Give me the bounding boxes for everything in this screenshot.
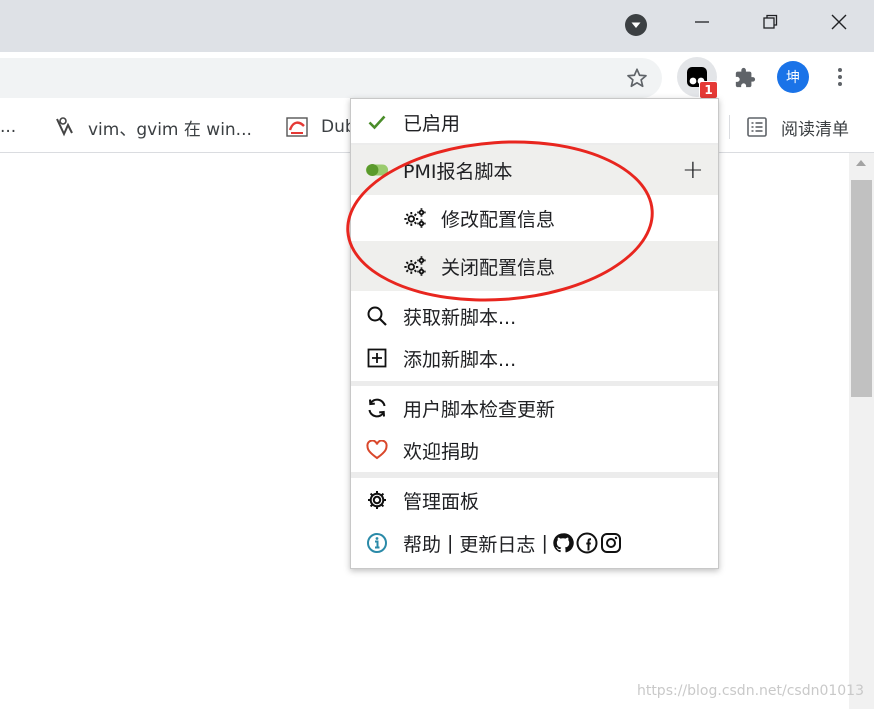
menu-command-label: 关闭配置信息 [441,256,556,279]
info-icon [365,531,389,555]
bookmark-item[interactable]: ... [0,102,16,152]
help-link[interactable]: 帮助 [403,530,441,557]
script-name: PMI报名脚本 [403,160,513,183]
menu-command-edit-config[interactable]: 修改配置信息 [351,195,718,241]
github-icon[interactable] [552,532,574,554]
scrollbar[interactable] [849,153,874,709]
instagram-icon[interactable] [600,532,622,554]
reading-list-icon [746,116,768,138]
bookmark-label: ... [0,117,17,137]
separator-pipe: | [447,532,454,554]
divider [351,472,718,478]
tampermonkey-button[interactable]: 1 [677,57,718,99]
refresh-icon [365,396,389,420]
gears-icon [403,206,427,230]
bookmark-item[interactable]: vim、gvim 在 win... [54,102,252,152]
add-script-label: 添加新脚本... [403,348,517,371]
star-icon[interactable] [624,65,650,91]
gear-icon [365,488,389,512]
help-links: 帮助 | 更新日志 | [403,530,622,557]
dashboard-label: 管理面板 [403,490,480,513]
gears-icon [403,254,427,278]
divider [351,381,718,386]
donate-item[interactable]: 欢迎捐助 [351,429,718,471]
watermark: https://blog.csdn.net/csdn01013 [636,683,864,699]
check-updates-item[interactable]: 用户脚本检查更新 [351,387,718,429]
reading-list-button[interactable]: 阅读清单 [746,102,849,152]
minimize-icon[interactable] [690,10,714,34]
tab-search-dropdown-icon[interactable] [624,13,648,37]
bookmark-separator [729,115,730,139]
scrollbar-thumb[interactable] [851,180,872,397]
kebab-menu-icon[interactable] [828,65,852,89]
dashboard-item[interactable]: 管理面板 [351,479,718,521]
enabled-label: 已启用 [403,112,461,135]
dubbo-icon [285,115,309,139]
toggle-on-icon[interactable] [365,158,389,182]
scroll-up-arrow-icon[interactable] [856,160,866,166]
search-icon [365,304,389,328]
puzzle-icon[interactable] [732,65,758,91]
restore-icon[interactable] [758,10,782,34]
check-icon [365,110,389,134]
check-updates-label: 用户脚本检查更新 [403,398,556,421]
heart-icon [365,438,389,462]
plus-square-icon [365,346,389,370]
menu-command-close-config[interactable]: 关闭配置信息 [351,241,718,291]
donate-label: 欢迎捐助 [403,440,480,463]
separator-pipe: | [541,532,548,554]
address-bar[interactable] [0,58,662,98]
find-scripts-label: 获取新脚本... [403,306,517,329]
avatar[interactable]: 坤 [777,61,809,93]
extension-badge: 1 [699,81,718,99]
add-icon[interactable]: + [682,157,704,183]
find-scripts-item[interactable]: 获取新脚本... [351,295,718,337]
toolbar: 1 坤 [0,52,874,102]
facebook-icon[interactable] [576,532,598,554]
title-bar [0,0,874,52]
enabled-toggle[interactable]: 已启用 [351,101,718,143]
changelog-link[interactable]: 更新日志 [459,530,535,557]
help-item: 帮助 | 更新日志 | [351,521,718,565]
script-item-pmi[interactable]: PMI报名脚本 + [351,145,718,195]
bookmark-label: vim、gvim 在 win... [88,119,252,140]
add-script-item[interactable]: 添加新脚本... [351,337,718,379]
tampermonkey-popup: 已启用 PMI报名脚本 + 修改配置信息 关闭配置信息 获取新脚本... 添加新… [350,98,719,569]
bookmark-item[interactable]: Dub [285,102,356,152]
reading-list-label: 阅读清单 [781,119,849,140]
vim-icon [54,115,78,139]
close-icon[interactable] [827,10,851,34]
avatar-text: 坤 [786,70,800,86]
menu-command-label: 修改配置信息 [441,208,556,231]
